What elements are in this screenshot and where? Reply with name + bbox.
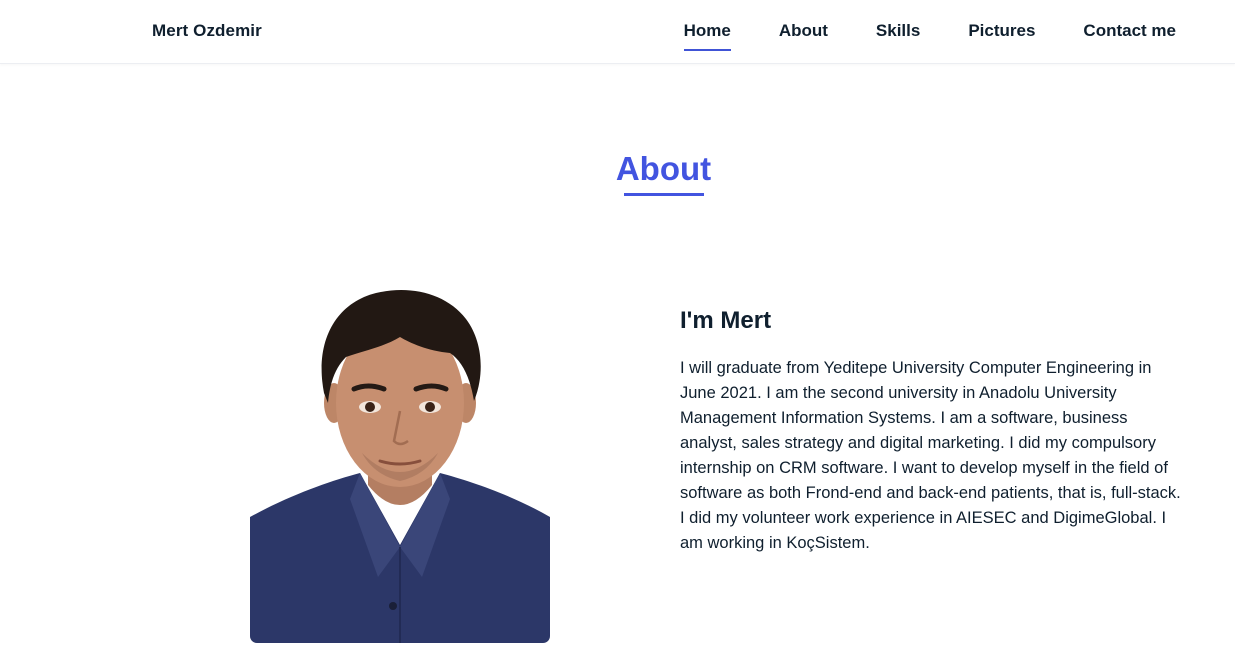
site-header: Mert Ozdemir Home About Skills Pictures … [0,0,1235,64]
section-title-underline [624,193,704,196]
profile-photo [250,285,550,643]
nav-link-about[interactable]: About [779,21,828,47]
about-subtitle: I'm Mert [680,307,772,334]
nav-link-home[interactable]: Home [683,21,732,51]
main-nav: Home About Skills Pictures Contact me [683,21,1176,51]
profile-photo-illustration [250,285,550,643]
section-title: About [615,150,712,187]
nav-link-contact[interactable]: Contact me [1083,21,1176,47]
about-description: I will graduate from Yeditepe University… [680,359,1181,552]
brand-logo-link[interactable]: Mert Ozdemir [152,21,262,41]
nav-link-pictures[interactable]: Pictures [968,21,1035,47]
nav-link-skills[interactable]: Skills [876,21,920,47]
